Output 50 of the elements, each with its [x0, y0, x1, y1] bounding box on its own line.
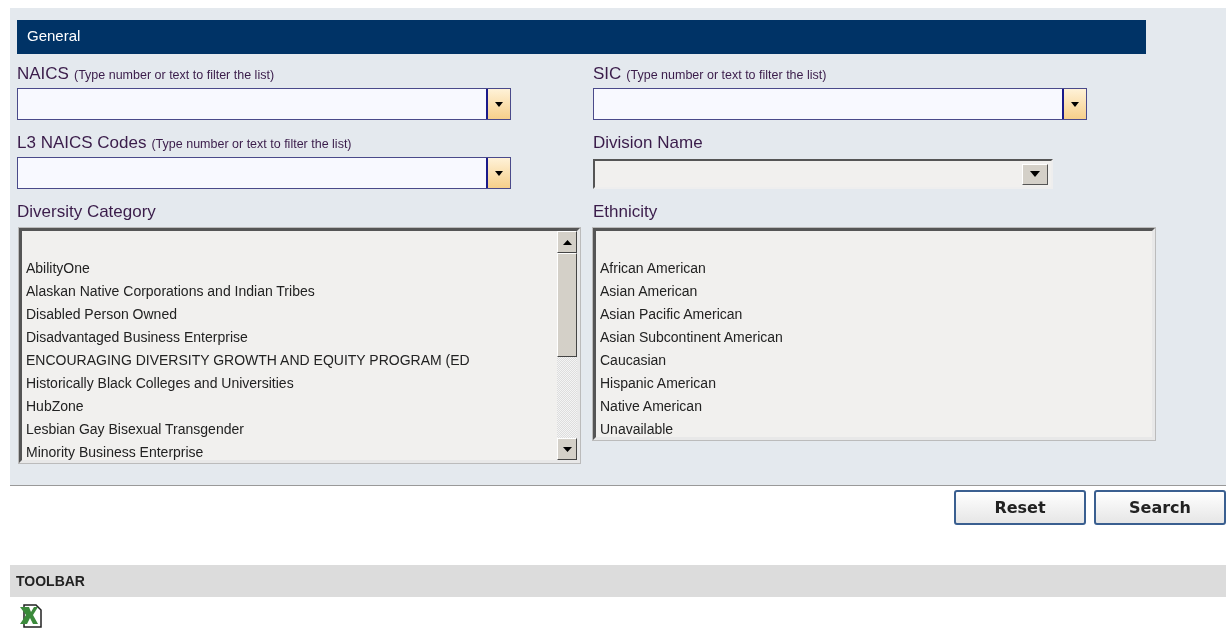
section-header: General	[17, 20, 1146, 54]
scroll-thumb[interactable]	[557, 253, 577, 357]
list-item[interactable]: Minority Business Enterprise	[26, 441, 557, 464]
down-arrow-icon	[562, 446, 572, 452]
reset-button[interactable]: Reset	[954, 490, 1086, 525]
scroll-down-button[interactable]	[557, 438, 577, 460]
dropdown-button[interactable]	[486, 89, 510, 119]
combo-box[interactable]	[17, 88, 511, 120]
combo-box[interactable]	[17, 157, 511, 189]
field-hint: (Type number or text to filter the list)	[151, 137, 352, 151]
list-item[interactable]: AbilityOne	[26, 257, 557, 280]
list-box[interactable]: African American Asian American Asian Pacific American Asian Subcontinent American Caucasian Hispanic American Native American Unavailable	[593, 228, 1155, 440]
scroll-up-button[interactable]	[557, 231, 577, 253]
field-label: Division Name	[593, 133, 703, 153]
caret-icon	[1071, 101, 1079, 107]
list-item[interactable]: Asian Subcontinent American	[600, 326, 1152, 349]
list-item[interactable]: Caucasian	[600, 349, 1152, 372]
list-item[interactable]: HubZone	[26, 395, 557, 418]
up-arrow-icon	[562, 239, 572, 245]
search-button[interactable]: Search	[1094, 490, 1226, 525]
field-label: L3 NAICS Codes	[17, 133, 147, 153]
spreadsheet-export-icon[interactable]	[18, 603, 44, 629]
scrollbar[interactable]	[557, 231, 577, 460]
toolbar-header: TOOLBAR	[10, 565, 1226, 597]
field-label: Ethnicity	[593, 202, 658, 222]
list-item[interactable]: ENCOURAGING DIVERSITY GROWTH AND EQUITY PROGRAM (ED	[26, 349, 557, 372]
field-label: NAICS	[17, 64, 69, 84]
list-item[interactable]: Asian Pacific American	[600, 303, 1152, 326]
list-item[interactable]: Hispanic American	[600, 372, 1152, 395]
combo-box[interactable]	[593, 88, 1087, 120]
list-item[interactable]: Lesbian Gay Bisexual Transgender	[26, 418, 557, 441]
field-label: Diversity Category	[17, 202, 156, 222]
select-box[interactable]	[593, 159, 1053, 189]
field-hint: (Type number or text to filter the list)	[626, 68, 827, 82]
list-item[interactable]: Alaskan Native Corporations and Indian Tribes	[26, 280, 557, 303]
list-item[interactable]: Historically Black Colleges and Universities	[26, 372, 557, 395]
field-label: SIC	[593, 64, 622, 84]
list-item[interactable]: Disabled Person Owned	[26, 303, 557, 326]
list-item[interactable]: Asian American	[600, 280, 1152, 303]
dropdown-button[interactable]	[486, 158, 510, 188]
list-item[interactable]: Native American	[600, 395, 1152, 418]
dropdown-button[interactable]	[1062, 89, 1086, 119]
caret-icon	[495, 101, 503, 107]
list-box[interactable]	[19, 228, 580, 463]
caret-icon	[495, 170, 503, 176]
caret-icon	[1030, 171, 1040, 177]
list-item[interactable]: Disadvantaged Business Enterprise	[26, 326, 557, 349]
list-item[interactable]: Unavailable	[600, 418, 1152, 441]
list-item[interactable]: African American	[600, 257, 1152, 280]
field-hint: (Type number or text to filter the list)	[73, 68, 275, 82]
